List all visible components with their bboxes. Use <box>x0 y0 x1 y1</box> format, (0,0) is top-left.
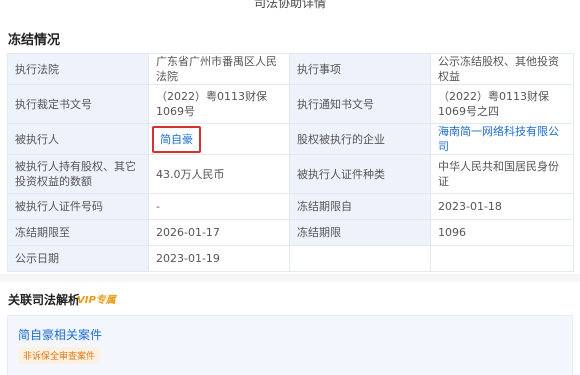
field-label: 公示日期 <box>7 245 149 272</box>
field-label: 被执行人 <box>7 123 149 155</box>
table-row: 被执行人证件号码 - 冻结期限自 2023-01-18 <box>7 193 574 220</box>
field-label: 冻结期限至 <box>7 219 149 246</box>
field-value: 1096 <box>430 219 574 246</box>
field-label: 被执行人持有股权、其它投资权益的数额 <box>7 154 149 194</box>
empty-cell <box>289 245 431 272</box>
table-row: 冻结期限至 2026-01-17 冻结期限 1096 <box>7 219 574 246</box>
section-divider <box>0 274 580 282</box>
table-row: 被执行人 简自豪 股权被执行的企业 海南简一网络科技有限公司 <box>7 123 574 155</box>
related-case-card[interactable]: 简自豪相关案件 非诉保全审查案件 <box>7 315 573 375</box>
table-row: 被执行人持有股权、其它投资权益的数额 43.0万人民币 被执行人证件种类 中华人… <box>7 154 574 194</box>
field-value: 43.0万人民币 <box>148 154 290 194</box>
field-value: （2022）粤0113财保1069号 <box>148 84 290 124</box>
section-title-freeze: 冻结情况 <box>8 33 61 48</box>
field-label: 冻结期限自 <box>289 193 431 220</box>
field-label: 股权被执行的企业 <box>289 123 431 155</box>
field-label: 被执行人证件种类 <box>289 154 431 194</box>
field-value: 广东省广州市番禺区人民法院 <box>148 53 290 85</box>
field-value: 公示冻结股权、其他投资权益 <box>430 53 574 85</box>
vip-badge: VIP专属 <box>77 295 116 306</box>
field-value: 中华人民共和国居民身份证 <box>430 154 574 194</box>
field-value: 简自豪 <box>148 123 290 155</box>
field-label: 执行法院 <box>7 53 149 85</box>
company-link[interactable]: 海南简一网络科技有限公司 <box>438 125 559 153</box>
table-row: 公示日期 2023-01-19 <box>7 245 574 272</box>
field-value: 2023-01-19 <box>148 245 290 272</box>
field-label: 冻结期限 <box>289 219 431 246</box>
table-row: 执行裁定书文号 （2022）粤0113财保1069号 执行通知书文号 （2022… <box>7 84 574 124</box>
section-title-related: 关联司法解析 <box>8 293 81 307</box>
field-value: （2022）粤0113财保1069号之四 <box>430 84 574 124</box>
related-case-title[interactable]: 简自豪相关案件 <box>18 326 102 343</box>
field-label: 执行事项 <box>289 53 431 85</box>
field-value: 海南简一网络科技有限公司 <box>430 123 574 155</box>
field-value: 2023-01-18 <box>430 193 574 220</box>
executed-person-link[interactable]: 简自豪 <box>152 125 201 153</box>
case-type-tag: 非诉保全审查案件 <box>18 347 101 364</box>
window-title: 司法协助详情 <box>253 0 326 10</box>
field-label: 执行裁定书文号 <box>7 84 149 124</box>
field-label: 被执行人证件号码 <box>7 193 149 220</box>
window-header: 司法协助详情 <box>0 0 580 14</box>
table-row: 执行法院 广东省广州市番禺区人民法院 执行事项 公示冻结股权、其他投资权益 <box>7 53 574 85</box>
field-value: 2026-01-17 <box>148 219 290 246</box>
field-value: - <box>148 193 290 220</box>
empty-cell <box>430 245 574 272</box>
freeze-info-table: 执行法院 广东省广州市番禺区人民法院 执行事项 公示冻结股权、其他投资权益 执行… <box>7 53 574 272</box>
field-label: 执行通知书文号 <box>289 84 431 124</box>
